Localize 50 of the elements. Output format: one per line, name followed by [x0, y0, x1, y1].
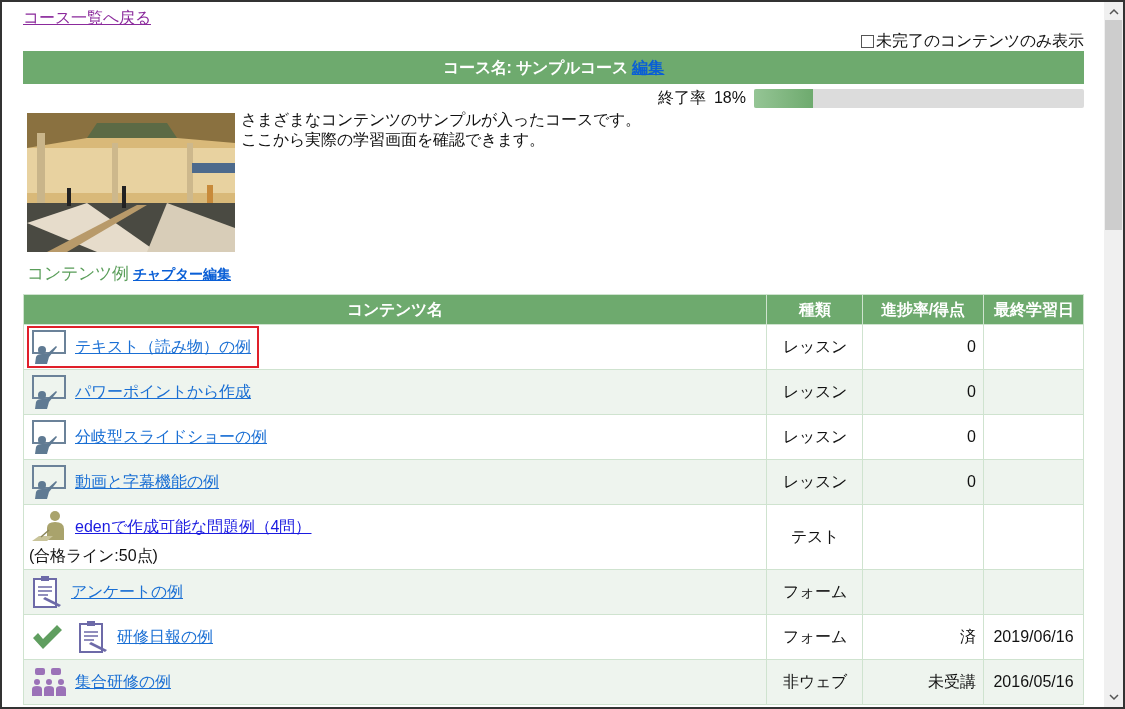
progress-cell: 0 — [862, 324, 984, 370]
progress-cell: 0 — [862, 459, 984, 505]
clipboard-icon — [31, 575, 63, 609]
course-title: コース名: サンプルコース — [442, 57, 629, 78]
filter-label: 未完了のコンテンツのみ表示 — [876, 31, 1084, 51]
content-link[interactable]: テキスト（読み物）の例 — [75, 335, 251, 359]
progress-cell: 0 — [862, 414, 984, 460]
column-header: 最終学習日 — [983, 294, 1084, 325]
scroll-thumb[interactable] — [1105, 20, 1122, 230]
chapter-edit-link[interactable]: チャプター編集 — [133, 264, 231, 285]
teacher-board-icon — [31, 465, 67, 499]
teacher-board-icon — [31, 420, 67, 454]
content-link[interactable]: アンケートの例 — [71, 580, 183, 604]
progress-cell: 済 — [862, 614, 984, 660]
type-cell: テスト — [766, 504, 863, 570]
type-cell: レッスン — [766, 459, 863, 505]
checkmark-icon — [31, 624, 63, 650]
section-title: コンテンツ例 — [27, 262, 129, 285]
completion-reading: 18% — [713, 88, 746, 108]
type-cell: レッスン — [766, 414, 863, 460]
column-header: 種類 — [766, 294, 863, 325]
clipboard-icon — [77, 620, 109, 654]
teacher-board-icon — [31, 330, 67, 364]
type-cell: レッスン — [766, 369, 863, 415]
content-link[interactable]: 集合研修の例 — [75, 670, 171, 694]
type-cell: フォーム — [766, 614, 863, 660]
type-cell: 非ウェブ — [766, 659, 863, 705]
completion-label: 終了率 — [657, 88, 706, 108]
content-link[interactable]: パワーポイントから作成 — [75, 380, 251, 404]
checkbox[interactable] — [861, 34, 874, 48]
scrollbar[interactable] — [1104, 2, 1123, 707]
content-link[interactable]: edenで作成可能な問題例（4問） — [75, 515, 312, 539]
group-people-icon — [31, 667, 67, 697]
type-cell: フォーム — [766, 569, 863, 615]
content-link[interactable]: 動画と字幕機能の例 — [75, 470, 219, 494]
progress-cell: 未受講 — [862, 659, 984, 705]
column-header: コンテンツ名 — [23, 294, 767, 325]
description-text: さまざまなコンテンツのサンプルが入ったコースです。 — [241, 110, 641, 130]
pass-line-note: (合格ライン:50点) — [29, 546, 159, 566]
back-link[interactable]: コース一覧へ戻る — [23, 7, 151, 29]
content-link[interactable]: 研修日報の例 — [117, 625, 213, 649]
progress-cell: 0 — [862, 369, 984, 415]
date-cell: 2016/05/16 — [983, 659, 1084, 705]
type-cell: レッスン — [766, 324, 863, 370]
column-header: 進捗率/得点 — [862, 294, 984, 325]
description-text: ここから実際の学習画面を確認できます。 — [241, 130, 546, 150]
date-cell: 2019/06/16 — [983, 614, 1084, 660]
person-at-desk-icon — [31, 510, 67, 544]
content-link[interactable]: 分岐型スライドショーの例 — [75, 425, 267, 449]
teacher-board-icon — [31, 375, 67, 409]
